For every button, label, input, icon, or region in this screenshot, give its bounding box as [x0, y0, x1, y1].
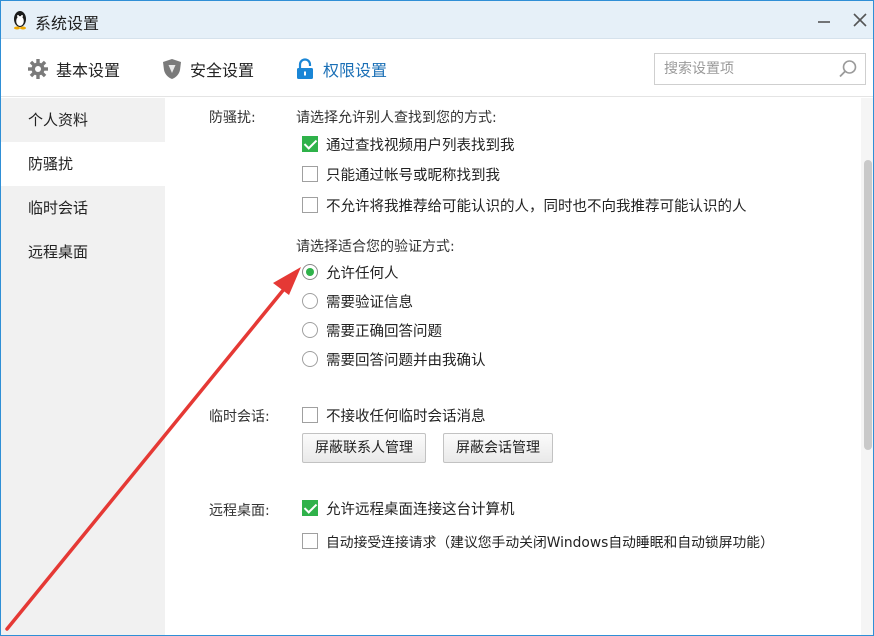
radio-selected[interactable]: [302, 264, 318, 280]
gear-icon: [28, 59, 48, 79]
checkbox-unchecked[interactable]: [302, 197, 318, 213]
allow-remote-desktop-checkbox[interactable]: 允许远程桌面连接这台计算机: [302, 498, 515, 518]
settings-sidebar: 个人资料 防骚扰 临时会话 远程桌面: [1, 98, 165, 635]
checkbox-unchecked[interactable]: [302, 166, 318, 182]
remote-desktop-section-label: 远程桌面:: [209, 503, 270, 519]
window-title: 系统设置: [35, 14, 100, 33]
settings-window: 系统设置 基本设置 安全设置 权限设置 搜索设置项 个人资料 防骚扰 临时会话 …: [0, 0, 874, 636]
vertical-scrollbar[interactable]: [861, 98, 873, 635]
scrollbar-thumb[interactable]: [864, 160, 872, 450]
option-label: 需要回答问题并由我确认: [326, 352, 486, 369]
auto-accept-connection-checkbox[interactable]: 自动接受连接请求（建议您手动关闭Windows自动睡眠和自动锁屏功能）: [302, 531, 774, 551]
option-label: 通过查找视频用户列表找到我: [326, 137, 515, 154]
checkbox-checked[interactable]: [302, 500, 318, 516]
verify-allow-anyone-radio[interactable]: 允许任何人: [302, 262, 399, 282]
radio-unselected[interactable]: [302, 351, 318, 367]
temp-session-section-label: 临时会话:: [209, 409, 270, 425]
option-label: 不接收任何临时会话消息: [326, 408, 486, 425]
search-input[interactable]: [655, 54, 825, 84]
disable-recommendation-checkbox[interactable]: 不允许将我推荐给可能认识的人，同时也不向我推荐可能认识的人: [302, 195, 747, 215]
option-label: 需要正确回答问题: [326, 323, 442, 340]
block-contacts-button[interactable]: 屏蔽联系人管理: [302, 433, 426, 463]
option-label: 允许任何人: [326, 265, 399, 282]
settings-toolbar: 基本设置 安全设置 权限设置: [1, 39, 873, 97]
sidebar-item-temp-session[interactable]: 临时会话: [1, 186, 165, 230]
close-button[interactable]: [847, 7, 873, 33]
block-sessions-button[interactable]: 屏蔽会话管理: [443, 433, 553, 463]
find-by-video-list-checkbox[interactable]: 通过查找视频用户列表找到我: [302, 134, 515, 154]
minimize-button[interactable]: [811, 7, 837, 33]
qq-penguin-icon: [14, 11, 26, 30]
search-icon[interactable]: [837, 58, 859, 80]
option-label: 允许远程桌面连接这台计算机: [326, 501, 515, 518]
checkbox-unchecked[interactable]: [302, 407, 318, 423]
checkbox-checked[interactable]: [302, 136, 318, 152]
option-label: 不允许将我推荐给可能认识的人，同时也不向我推荐可能认识的人: [326, 198, 747, 215]
option-label: 自动接受连接请求（建议您手动关闭Windows自动睡眠和自动锁屏功能）: [326, 535, 774, 551]
search-box: [654, 53, 866, 85]
lock-icon: [297, 58, 313, 79]
find-method-prompt: 请选择允许别人查找到您的方式:: [296, 110, 497, 126]
harass-section-label: 防骚扰:: [209, 110, 256, 126]
option-label: 需要验证信息: [326, 294, 413, 311]
sidebar-item-remote-desktop[interactable]: 远程桌面: [1, 230, 165, 274]
verify-require-message-radio[interactable]: 需要验证信息: [302, 291, 413, 311]
checkbox-unchecked[interactable]: [302, 533, 318, 549]
verify-answer-and-confirm-radio[interactable]: 需要回答问题并由我确认: [302, 349, 486, 369]
settings-content: 防骚扰: 请选择允许别人查找到您的方式: 通过查找视频用户列表找到我 只能通过帐…: [165, 98, 861, 635]
tab-security-label: 安全设置: [190, 61, 255, 80]
sidebar-item-profile[interactable]: 个人资料: [1, 98, 165, 142]
shield-icon: [163, 59, 181, 79]
sidebar-item-anti-harassment[interactable]: 防骚扰: [1, 142, 165, 186]
tab-basic-label: 基本设置: [56, 61, 121, 80]
option-label: 只能通过帐号或昵称找到我: [326, 167, 500, 184]
tab-basic-settings[interactable]: 基本设置: [27, 57, 120, 81]
verify-method-prompt: 请选择适合您的验证方式:: [296, 239, 455, 255]
tab-permission-label: 权限设置: [323, 61, 388, 80]
find-by-account-only-checkbox[interactable]: 只能通过帐号或昵称找到我: [302, 164, 500, 184]
verify-correct-answer-radio[interactable]: 需要正确回答问题: [302, 320, 442, 340]
radio-unselected[interactable]: [302, 322, 318, 338]
reject-temp-session-checkbox[interactable]: 不接收任何临时会话消息: [302, 405, 486, 425]
title-bar: 系统设置: [1, 1, 873, 39]
radio-unselected[interactable]: [302, 293, 318, 309]
tab-security-settings[interactable]: 安全设置: [161, 57, 254, 81]
tab-permission-settings[interactable]: 权限设置: [294, 57, 387, 81]
